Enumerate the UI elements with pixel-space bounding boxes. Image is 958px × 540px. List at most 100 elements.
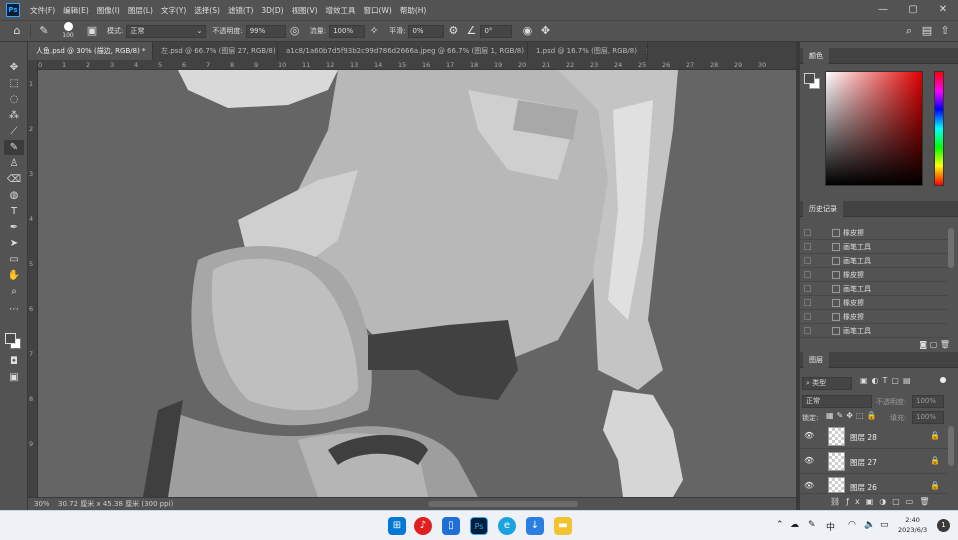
history-item[interactable]: 橡皮擦 [800, 226, 948, 240]
brush-size-picker[interactable]: 100 [53, 22, 83, 40]
file-explorer-icon[interactable]: ▬ [554, 517, 572, 535]
layer-opacity-field[interactable]: 100% [912, 395, 944, 408]
move-tool-icon[interactable]: ✥ [4, 60, 24, 75]
type-tool-icon[interactable]: T [4, 204, 24, 219]
close-icon[interactable]: × [645, 47, 647, 55]
screen-mode-icon[interactable]: ▣ [4, 370, 24, 385]
minimize-button[interactable]: — [868, 0, 898, 20]
menu-select[interactable]: 选择(S) [190, 5, 224, 16]
history-item[interactable]: 画笔工具 [800, 282, 948, 296]
eyedropper-tool-icon[interactable]: ⟋ [4, 124, 24, 139]
onedrive-icon[interactable]: ☁ [790, 520, 799, 530]
menu-window[interactable]: 窗口(W) [360, 5, 396, 16]
filter-toggle-icon[interactable] [940, 377, 946, 383]
history-item[interactable]: 橡皮擦 [800, 310, 948, 324]
layers-scrollbar[interactable] [948, 426, 954, 466]
search-icon[interactable]: ⌕ [900, 23, 918, 39]
snapshot-checkbox[interactable] [804, 257, 811, 264]
brush-settings-icon[interactable]: ▣ [83, 23, 101, 39]
tab-document-1[interactable]: 人鱼.psd @ 30% (描边, RGB/8) * × [28, 42, 153, 60]
airbrush-icon[interactable]: ✧ [365, 23, 383, 39]
lock-icons[interactable]: ▦✎✥⬚🔒 [826, 411, 879, 420]
wifi-icon[interactable]: ◠ [848, 520, 856, 530]
maximize-button[interactable]: ▢ [898, 0, 928, 20]
layer-name[interactable]: 图层 26 [850, 482, 877, 493]
blend-mode-select[interactable]: 正常 [802, 395, 872, 408]
mode-select[interactable]: 正常 ⌄ [126, 24, 207, 38]
fill-field[interactable]: 100% [912, 411, 944, 424]
foreground-color-chip[interactable] [804, 73, 815, 84]
snapshot-checkbox[interactable] [804, 327, 811, 334]
chevron-up-icon[interactable]: ⌃ [776, 520, 784, 530]
snapshot-checkbox[interactable] [804, 285, 811, 292]
layer-name[interactable]: 图层 28 [850, 432, 877, 443]
color-panel-title[interactable]: 颜色 [803, 48, 829, 64]
more-tools-icon[interactable]: ⋯ [4, 302, 24, 317]
color-picker-field[interactable] [825, 71, 923, 186]
notification-badge[interactable]: 1 [937, 519, 950, 532]
snapshot-checkbox[interactable] [804, 243, 811, 250]
eye-icon[interactable]: 👁 [804, 431, 814, 440]
menu-help[interactable]: 帮助(H) [396, 5, 431, 16]
pressure-opacity-icon[interactable]: ◎ [286, 23, 304, 39]
smoothing-field[interactable]: 0% [408, 24, 445, 38]
document-canvas[interactable] [38, 70, 796, 497]
rectangle-tool-icon[interactable]: ▭ [4, 252, 24, 267]
menu-file[interactable]: 文件(F) [26, 5, 59, 16]
snapshot-checkbox[interactable] [804, 229, 811, 236]
layer-name[interactable]: 图层 27 [850, 457, 877, 468]
history-item[interactable]: 画笔工具 [800, 324, 948, 338]
eraser-tool-icon[interactable]: ⌫ [4, 172, 24, 187]
battery-icon[interactable]: ▭ [880, 520, 889, 530]
pressure-size-icon[interactable]: ◉ [518, 23, 536, 39]
trash-icon[interactable]: 🗑 [940, 340, 950, 349]
menu-3d[interactable]: 3D(D) [257, 6, 287, 15]
new-document-icon[interactable]: ▢ [930, 340, 938, 349]
horizontal-scrollbar[interactable] [428, 501, 578, 507]
edge-browser-icon[interactable]: e [498, 517, 516, 535]
tab-document-3[interactable]: a1c8/1a60b7d5f93b2c99d786d2666a.jpeg @ 6… [278, 42, 528, 60]
tray-app-icon[interactable]: ✎ [808, 520, 816, 530]
photoshop-logo[interactable]: Ps [6, 3, 20, 17]
zoom-level[interactable]: 30% [34, 498, 50, 510]
camera-icon[interactable]: ◙ [919, 340, 927, 349]
zoom-tool-icon[interactable]: ⌕ [4, 284, 24, 299]
brush-preset-icon[interactable]: ✎ [35, 23, 53, 39]
angle-field[interactable]: 0° [480, 24, 513, 38]
volume-icon[interactable]: 🔈 [864, 520, 875, 530]
menu-edit[interactable]: 编辑(E) [59, 5, 93, 16]
history-item[interactable]: 画笔工具 [800, 240, 948, 254]
symmetry-icon[interactable]: ✥ [536, 23, 554, 39]
menu-view[interactable]: 视图(V) [288, 5, 322, 16]
history-item[interactable]: 画笔工具 [800, 254, 948, 268]
menu-filter[interactable]: 滤镜(T) [224, 5, 257, 16]
windows-start-icon[interactable]: ⊞ [388, 517, 406, 535]
layers-footer[interactable]: ⛓ƒx▣◑▢▭🗑 [830, 495, 958, 509]
menu-plugins[interactable]: 增效工具 [322, 5, 360, 16]
eye-icon[interactable]: 👁 [804, 481, 814, 490]
photoshop-taskbar-icon[interactable]: Ps [470, 517, 488, 535]
horizontal-ruler[interactable]: 0 1 2 3 4 5 6 7 8 9 10 11 12 13 14 15 16… [38, 60, 796, 70]
gear-icon[interactable]: ⚙ [444, 23, 462, 39]
menu-type[interactable]: 文字(Y) [157, 5, 190, 16]
pen-tool-icon[interactable]: ✒ [4, 220, 24, 235]
flow-field[interactable]: 100% [329, 24, 366, 38]
history-panel-title[interactable]: 历史记录 [803, 201, 843, 217]
history-scrollbar[interactable] [948, 228, 954, 268]
tab-document-2[interactable]: 左.psd @ 66.7% (图层 27, RGB/8) × [153, 42, 278, 60]
layer-row[interactable]: 👁 图层 26 🔒 [800, 474, 948, 494]
snapshot-checkbox[interactable] [804, 271, 811, 278]
phone-app-icon[interactable]: ▯ [442, 517, 460, 535]
hue-slider[interactable] [934, 71, 944, 186]
system-clock[interactable]: 2:40 2023/6/3 [898, 515, 927, 535]
layer-row[interactable]: 👁 图层 28 🔒 [800, 424, 948, 449]
history-item[interactable]: 橡皮擦 [800, 268, 948, 282]
lasso-tool-icon[interactable]: ◌ [4, 92, 24, 107]
workspace-icon[interactable]: ▤ [918, 23, 936, 39]
menu-image[interactable]: 图像(I) [93, 5, 124, 16]
layer-filter-icons[interactable]: ▣◐T▢▤ [860, 376, 915, 385]
menu-layer[interactable]: 图层(L) [124, 5, 157, 16]
eye-icon[interactable]: 👁 [804, 456, 814, 465]
download-app-icon[interactable]: ↓ [526, 517, 544, 535]
blur-tool-icon[interactable]: ◍ [4, 188, 24, 203]
